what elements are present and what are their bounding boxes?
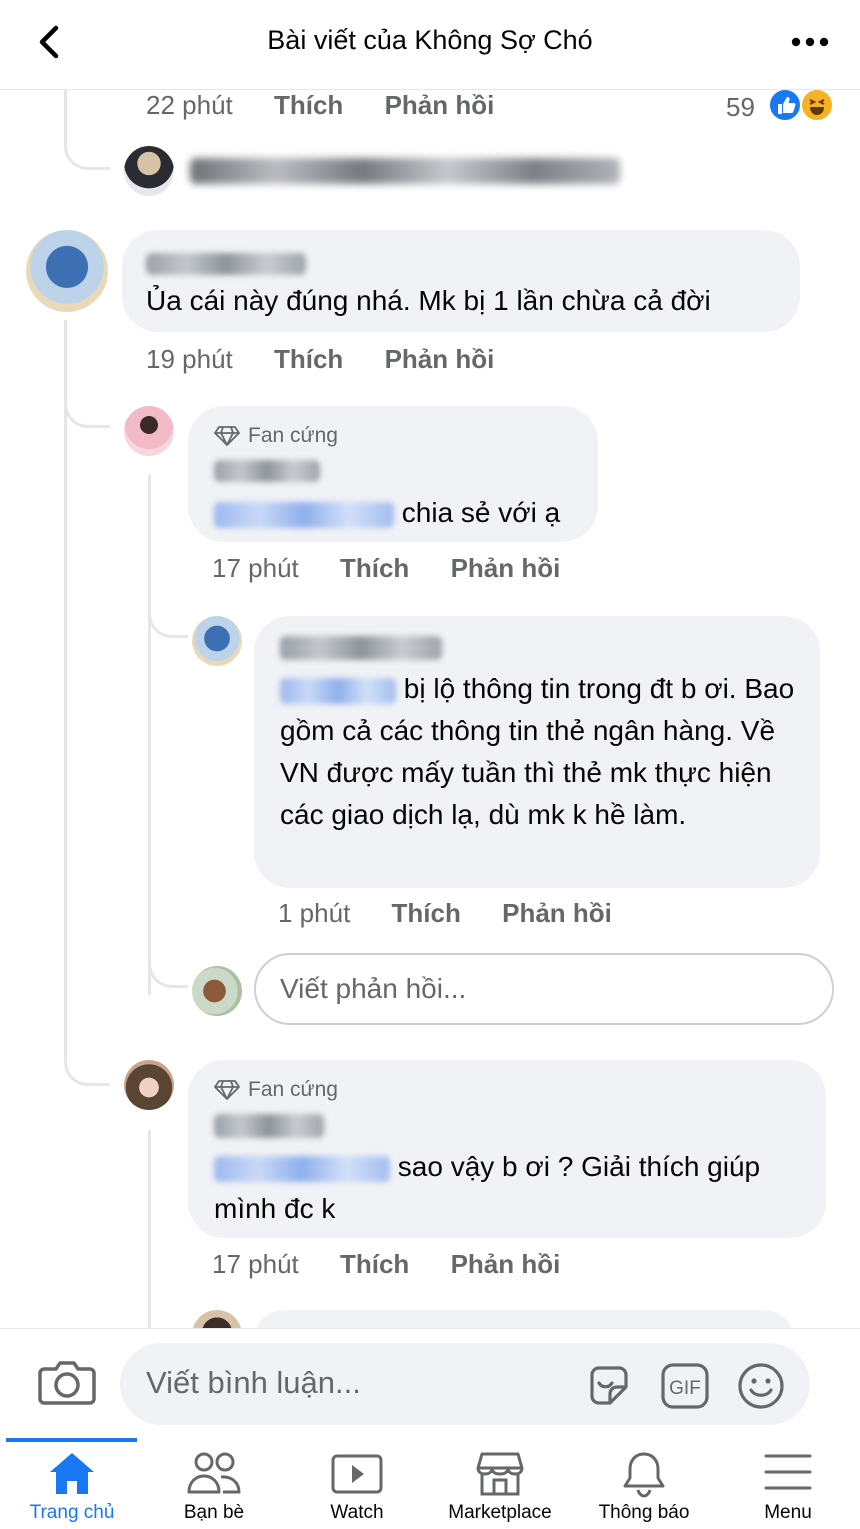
like-button[interactable]: Thích [274,344,343,374]
camera-button[interactable] [38,1357,96,1407]
avatar[interactable] [124,406,174,456]
nav-watch[interactable]: Watch [287,1438,427,1529]
nav-friends[interactable]: Bạn bè [144,1438,284,1529]
nav-label: Marketplace [448,1502,552,1523]
reply-button[interactable]: Phản hồi [451,1249,561,1279]
like-reaction-icon [768,88,802,122]
commenter-name[interactable] [214,460,320,482]
reply-button[interactable]: Phản hồi [451,553,561,583]
emoji-button[interactable] [736,1361,784,1409]
current-user-avatar [192,966,242,1016]
reply-button[interactable]: Phản hồi [385,90,495,120]
bottom-navigation: Trang chủ Bạn bè Watch Marketplace Thông… [0,1438,860,1529]
comment-text: chia sẻ với ạ [214,492,594,534]
camera-icon [38,1361,96,1405]
badge-label: Fan cứng [248,1078,338,1101]
commenter-name[interactable] [280,636,442,660]
reaction-count[interactable]: 59 [726,92,755,123]
like-button[interactable]: Thích [340,553,409,583]
nav-notifications[interactable]: Thông báo [574,1438,714,1529]
comment-meta: 1 phút Thích Phản hồi [278,898,646,929]
more-options-button[interactable] [790,32,830,52]
watch-icon [331,1454,383,1494]
thread-connector [148,940,188,988]
avatar[interactable] [26,230,108,312]
haha-reaction-icon [800,88,834,122]
comment-meta: 17 phút Thích Phản hồi [212,1249,594,1280]
thread-connector [64,380,110,428]
like-button[interactable]: Thích [274,90,343,120]
reply-button[interactable]: Phản hồi [385,344,495,374]
fan-badge: Fan cứng [214,424,338,448]
commenter-name[interactable] [214,1114,324,1138]
commenter-name[interactable] [146,253,306,275]
friends-icon [187,1452,241,1494]
diamond-icon [214,426,240,446]
mention-tag[interactable] [214,501,394,528]
comment-time: 17 phút [212,1249,299,1279]
more-dots-icon [791,37,829,47]
comment-text: bị lộ thông tin trong đt b ơi. Bao gồm c… [280,673,795,830]
gif-button[interactable]: GIF [660,1361,709,1409]
reply-placeholder: Viết phản hồi... [280,973,467,1004]
reply-button[interactable]: Phản hồi [502,898,612,928]
marketplace-icon [476,1452,524,1496]
comment-meta: 17 phút Thích Phản hồi [212,553,594,584]
nav-menu[interactable]: Menu [718,1438,858,1529]
comment-text: sao vậy b ơi ? Giải thích giúp mình đc k [214,1151,761,1224]
nav-label: Trang chủ [29,1502,115,1523]
comment-input[interactable]: Viết bình luận... GIF [120,1343,810,1425]
nav-label: Watch [330,1502,384,1523]
comment-placeholder: Viết bình luận... [146,1365,361,1400]
comment-meta: 19 phút Thích Phản hồi [146,344,528,375]
mention-tag[interactable] [214,1155,390,1182]
home-icon [50,1453,94,1494]
smiley-icon [738,1363,784,1409]
thread-line [64,320,67,1040]
bell-icon [623,1452,665,1498]
avatar[interactable] [124,1060,174,1110]
thread-line [148,475,151,995]
thread-line [148,1130,151,1330]
comment-composer: Viết bình luận... GIF [0,1328,860,1438]
comment-time: 17 phút [212,553,299,583]
comment-text: Ủa cái này đúng nhá. Mk bị 1 lần chừa cả… [146,285,711,316]
gif-icon: GIF [661,1363,709,1409]
comment-time: 22 phút [146,90,233,120]
thread-connector [64,110,110,170]
svg-text:GIF: GIF [669,1378,701,1399]
thread-connector [64,1040,110,1086]
like-button[interactable]: Thích [340,1249,409,1279]
sticker-button[interactable] [584,1361,632,1409]
diamond-icon [214,1080,240,1100]
comment-time: 19 phút [146,344,233,374]
page-title: Bài viết của Không Sợ Chó [267,25,593,55]
badge-label: Fan cứng [248,424,338,447]
nav-label: Bạn bè [183,1502,245,1523]
mention-tag[interactable] [280,677,396,704]
like-button[interactable]: Thích [392,898,461,928]
nav-label: Thông báo [598,1502,690,1523]
thread-connector [148,590,188,638]
menu-icon [764,1454,812,1490]
sticker-icon [590,1366,628,1405]
comment-time: 1 phút [278,898,351,928]
nav-home[interactable]: Trang chủ [2,1438,142,1529]
nav-label: Menu [764,1502,812,1523]
nav-marketplace[interactable]: Marketplace [430,1438,570,1529]
avatar[interactable] [124,146,174,196]
avatar[interactable] [192,616,242,666]
comment-meta: 22 phút Thích Phản hồi [146,90,528,121]
fan-badge: Fan cứng [214,1078,338,1102]
view-replies-link[interactable] [190,158,620,184]
top-bar: Bài viết của Không Sợ Chó [0,0,860,90]
reply-input[interactable]: Viết phản hồi... [254,953,834,1025]
